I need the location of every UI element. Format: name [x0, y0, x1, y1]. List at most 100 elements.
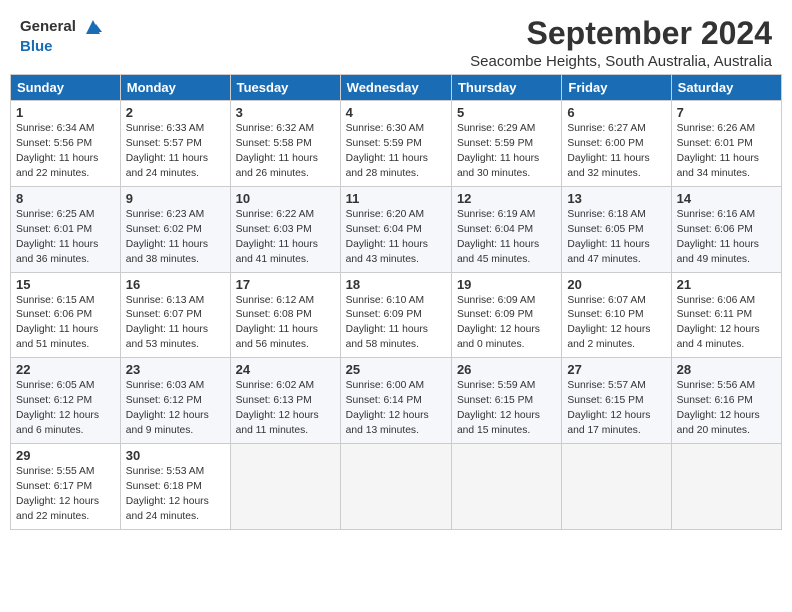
cell-info: Sunrise: 6:33 AMSunset: 5:57 PMDaylight:… [126, 123, 208, 179]
day-number: 19 [457, 277, 556, 292]
calendar-cell: 16Sunrise: 6:13 AMSunset: 6:07 PMDayligh… [120, 272, 230, 358]
calendar-cell: 2 Sunrise: 6:33 AMSunset: 5:57 PMDaylight… [120, 101, 230, 187]
cell-info: Sunrise: 6:29 AMSunset: 5:59 PMDaylight:… [457, 123, 539, 179]
calendar-week-row: 29Sunrise: 5:55 AMSunset: 6:17 PMDayligh… [11, 443, 782, 529]
calendar-cell: 18 Sunrise: 6:10 AMSunset: 6:09 PMDayligh… [340, 272, 451, 358]
calendar-cell: 30 Sunrise: 5:53 AMSunset: 6:18 PMDayligh… [120, 443, 230, 529]
col-header-thursday: Thursday [451, 75, 561, 101]
cell-info: Sunrise: 6:13 AMSunset: 6:07 PMDaylight:… [126, 295, 208, 351]
calendar-cell: 4 Sunrise: 6:30 AMSunset: 5:59 PMDaylight… [340, 101, 451, 187]
calendar-cell: 8 Sunrise: 6:25 AMSunset: 6:01 PMDaylight… [11, 186, 121, 272]
cell-info: Sunrise: 6:02 AMSunset: 6:13 PMDaylight:… [236, 380, 319, 436]
day-number: 3 [236, 105, 335, 120]
day-number: 20 [567, 277, 665, 292]
calendar-cell: 11 Sunrise: 6:20 AMSunset: 6:04 PMDayligh… [340, 186, 451, 272]
day-number: 15 [16, 277, 115, 292]
calendar-cell: 10 Sunrise: 6:22 AMSunset: 6:03 PMDayligh… [230, 186, 340, 272]
calendar-table: SundayMondayTuesdayWednesdayThursdayFrid… [10, 74, 782, 529]
calendar-header-row: SundayMondayTuesdayWednesdayThursdayFrid… [11, 75, 782, 101]
day-number: 29 [16, 448, 115, 463]
cell-info: Sunrise: 5:53 AMSunset: 6:18 PMDaylight:… [126, 466, 209, 522]
cell-info: Sunrise: 6:26 AMSunset: 6:01 PMDaylight:… [677, 123, 759, 179]
calendar-cell: 28 Sunrise: 5:56 AMSunset: 6:16 PMDayligh… [671, 358, 781, 444]
calendar-cell: 19 Sunrise: 6:09 AMSunset: 6:09 PMDayligh… [451, 272, 561, 358]
day-number: 14 [677, 191, 776, 206]
cell-info: Sunrise: 6:12 AMSunset: 6:08 PMDaylight:… [236, 295, 318, 351]
cell-info: Sunrise: 6:34 AMSunset: 5:56 PMDaylight:… [16, 123, 98, 179]
day-number: 11 [346, 191, 446, 206]
title-block: September 2024 Seacombe Heights, South A… [470, 16, 772, 70]
calendar-cell: 6 Sunrise: 6:27 AMSunset: 6:00 PMDaylight… [562, 101, 671, 187]
cell-info: Sunrise: 6:03 AMSunset: 6:12 PMDaylight:… [126, 380, 209, 436]
day-number: 10 [236, 191, 335, 206]
day-number: 2 [126, 105, 225, 120]
calendar-cell: 12 Sunrise: 6:19 AMSunset: 6:04 PMDayligh… [451, 186, 561, 272]
calendar-week-row: 1 Sunrise: 6:34 AMSunset: 5:56 PMDaylight… [11, 101, 782, 187]
calendar-cell: 27 Sunrise: 5:57 AMSunset: 6:15 PMDayligh… [562, 358, 671, 444]
cell-info: Sunrise: 6:27 AMSunset: 6:00 PMDaylight:… [567, 123, 649, 179]
cell-info: Sunrise: 6:07 AMSunset: 6:10 PMDaylight:… [567, 295, 650, 351]
cell-info: Sunrise: 6:30 AMSunset: 5:59 PMDaylight:… [346, 123, 428, 179]
day-number: 9 [126, 191, 225, 206]
cell-info: Sunrise: 5:57 AMSunset: 6:15 PMDaylight:… [567, 380, 650, 436]
day-number: 21 [677, 277, 776, 292]
day-number: 28 [677, 362, 776, 377]
day-number: 30 [126, 448, 225, 463]
day-number: 6 [567, 105, 665, 120]
cell-info: Sunrise: 6:20 AMSunset: 6:04 PMDaylight:… [346, 209, 428, 265]
day-number: 22 [16, 362, 115, 377]
day-number: 23 [126, 362, 225, 377]
day-number: 27 [567, 362, 665, 377]
calendar-cell: 25Sunrise: 6:00 AMSunset: 6:14 PMDayligh… [340, 358, 451, 444]
cell-info: Sunrise: 6:32 AMSunset: 5:58 PMDaylight:… [236, 123, 318, 179]
calendar-week-row: 15 Sunrise: 6:15 AMSunset: 6:06 PMDayligh… [11, 272, 782, 358]
cell-info: Sunrise: 6:16 AMSunset: 6:06 PMDaylight:… [677, 209, 759, 265]
calendar-cell: 23 Sunrise: 6:03 AMSunset: 6:12 PMDayligh… [120, 358, 230, 444]
calendar-cell: 26Sunrise: 5:59 AMSunset: 6:15 PMDayligh… [451, 358, 561, 444]
calendar-cell: 3 Sunrise: 6:32 AMSunset: 5:58 PMDaylight… [230, 101, 340, 187]
calendar-cell: 15 Sunrise: 6:15 AMSunset: 6:06 PMDayligh… [11, 272, 121, 358]
calendar-week-row: 22Sunrise: 6:05 AMSunset: 6:12 PMDayligh… [11, 358, 782, 444]
day-number: 7 [677, 105, 776, 120]
calendar-week-row: 8 Sunrise: 6:25 AMSunset: 6:01 PMDaylight… [11, 186, 782, 272]
page-header: General Blue September 2024 Seacombe Hei… [10, 10, 782, 70]
calendar-cell: 21 Sunrise: 6:06 AMSunset: 6:11 PMDayligh… [671, 272, 781, 358]
cell-info: Sunrise: 6:06 AMSunset: 6:11 PMDaylight:… [677, 295, 760, 351]
col-header-saturday: Saturday [671, 75, 781, 101]
calendar-cell: 24 Sunrise: 6:02 AMSunset: 6:13 PMDayligh… [230, 358, 340, 444]
cell-info: Sunrise: 6:25 AMSunset: 6:01 PMDaylight:… [16, 209, 98, 265]
logo: General Blue [20, 16, 104, 56]
calendar-cell: 7 Sunrise: 6:26 AMSunset: 6:01 PMDaylight… [671, 101, 781, 187]
day-number: 1 [16, 105, 115, 120]
day-number: 24 [236, 362, 335, 377]
cell-info: Sunrise: 6:23 AMSunset: 6:02 PMDaylight:… [126, 209, 208, 265]
cell-info: Sunrise: 6:18 AMSunset: 6:05 PMDaylight:… [567, 209, 649, 265]
cell-info: Sunrise: 5:59 AMSunset: 6:15 PMDaylight:… [457, 380, 540, 436]
cell-info: Sunrise: 6:09 AMSunset: 6:09 PMDaylight:… [457, 295, 540, 351]
cell-info: Sunrise: 6:19 AMSunset: 6:04 PMDaylight:… [457, 209, 539, 265]
day-number: 4 [346, 105, 446, 120]
cell-info: Sunrise: 5:56 AMSunset: 6:16 PMDaylight:… [677, 380, 760, 436]
day-number: 17 [236, 277, 335, 292]
calendar-cell: 5Sunrise: 6:29 AMSunset: 5:59 PMDaylight… [451, 101, 561, 187]
calendar-cell [451, 443, 561, 529]
day-number: 8 [16, 191, 115, 206]
cell-info: Sunrise: 6:22 AMSunset: 6:03 PMDaylight:… [236, 209, 318, 265]
cell-info: Sunrise: 6:00 AMSunset: 6:14 PMDaylight:… [346, 380, 429, 436]
calendar-cell: 14 Sunrise: 6:16 AMSunset: 6:06 PMDayligh… [671, 186, 781, 272]
col-header-monday: Monday [120, 75, 230, 101]
cell-info: Sunrise: 6:15 AMSunset: 6:06 PMDaylight:… [16, 295, 98, 351]
cell-info: Sunrise: 6:10 AMSunset: 6:09 PMDaylight:… [346, 295, 428, 351]
day-number: 18 [346, 277, 446, 292]
calendar-cell: 20 Sunrise: 6:07 AMSunset: 6:10 PMDayligh… [562, 272, 671, 358]
col-header-sunday: Sunday [11, 75, 121, 101]
calendar-cell: 1 Sunrise: 6:34 AMSunset: 5:56 PMDaylight… [11, 101, 121, 187]
calendar-cell [340, 443, 451, 529]
calendar-cell: 9 Sunrise: 6:23 AMSunset: 6:02 PMDaylight… [120, 186, 230, 272]
calendar-cell: 29Sunrise: 5:55 AMSunset: 6:17 PMDayligh… [11, 443, 121, 529]
day-number: 12 [457, 191, 556, 206]
page-title: September 2024 [470, 16, 772, 51]
calendar-cell [671, 443, 781, 529]
calendar-cell: 17 Sunrise: 6:12 AMSunset: 6:08 PMDayligh… [230, 272, 340, 358]
calendar-cell [562, 443, 671, 529]
